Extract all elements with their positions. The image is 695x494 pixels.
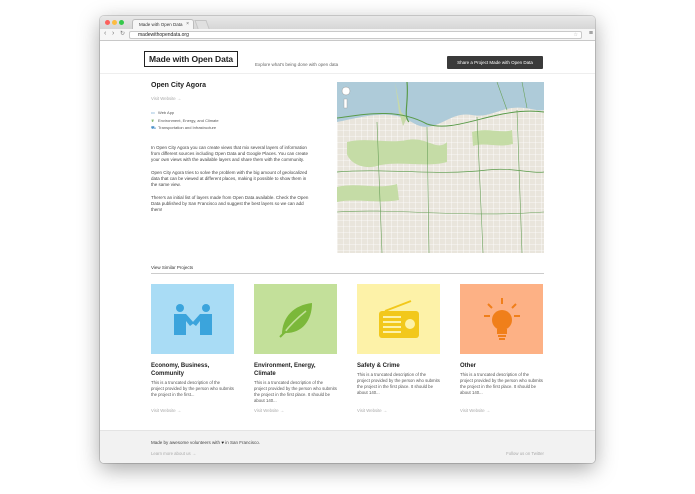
card-description: This is a truncated description of the p… <box>254 380 337 404</box>
site-logo[interactable]: Made with Open Data <box>144 51 239 67</box>
tab-close-icon[interactable]: × <box>186 21 189 27</box>
section-divider <box>151 273 544 274</box>
bookmark-star-icon[interactable]: ☆ <box>574 32 578 39</box>
tag-label: Environment, Energy, and Climate <box>158 117 219 123</box>
site-tagline: Explore what's being done with open data <box>255 62 339 67</box>
handshake-icon <box>151 284 234 354</box>
tab-title: Made with Open Data <box>139 22 183 27</box>
card-description: This is a truncated description of the p… <box>460 372 543 396</box>
card-title: Economy, Business, Community <box>151 363 210 377</box>
project-card[interactable]: Environment, Energy, Climate This is a t… <box>254 284 337 413</box>
new-tab-button[interactable] <box>194 20 210 29</box>
project-tags: ▭ Web App ❦ Environment, Energy, and Clima… <box>151 110 311 131</box>
site-header: Made with Open Data Explore what's being… <box>100 41 595 74</box>
tag-transportation: ⛟ Transportation and Infrastructure <box>151 125 311 131</box>
reload-icon[interactable]: ↻ <box>120 30 125 37</box>
tag-label: Web App <box>158 110 175 115</box>
tag-environment: ❦ Environment, Energy, and Climate <box>151 118 311 123</box>
web-icon: ▭ <box>151 110 155 115</box>
share-project-button[interactable]: Share a Project Made with Open Data <box>447 56 543 69</box>
card-visit-link[interactable]: Visit Website → <box>254 408 284 413</box>
project-details: Open City Agora Visit Website → ▭ Web App… <box>151 82 311 219</box>
site-footer: Made by awesome volunteers with ♥ in San… <box>100 430 595 463</box>
tag-web-app: ▭ Web App <box>151 110 311 115</box>
browser-toolbar: ‹ › ↻ madewithopendata.org ☆ ≡ <box>100 29 595 41</box>
card-description: This is a truncated description of the p… <box>357 372 440 396</box>
card-visit-link[interactable]: Visit Website → <box>460 408 490 413</box>
credits-prefix: Made by awesome volunteers with <box>151 440 221 445</box>
card-title: Safety & Crime <box>357 363 400 369</box>
project-map[interactable] <box>337 82 544 253</box>
card-title: Other <box>460 363 477 369</box>
project-card[interactable]: Economy, Business, Community This is a t… <box>151 284 234 413</box>
similar-projects-heading: View Similar Projects <box>151 265 194 270</box>
description-paragraph: There's an initial list of layers made f… <box>151 194 309 212</box>
leaf-icon <box>254 284 337 354</box>
project-card[interactable]: Other This is a truncated description of… <box>460 284 543 413</box>
tag-label: Transportation and Infrastructure <box>158 125 217 130</box>
description-paragraph: In Open City Agora you can create views … <box>151 145 309 163</box>
lightbulb-icon <box>460 284 543 354</box>
transport-icon: ⛟ <box>151 125 157 130</box>
learn-more-link[interactable]: Learn more about us → <box>151 451 196 456</box>
browser-tab[interactable]: Made with Open Data × <box>132 19 194 29</box>
project-card[interactable]: Safety & Crime This is a truncated descr… <box>357 284 440 413</box>
card-title: Environment, Energy, Climate <box>254 363 316 377</box>
browser-menu-icon[interactable]: ≡ <box>589 30 593 37</box>
card-visit-link[interactable]: Visit Website → <box>151 408 181 413</box>
radio-icon <box>357 284 440 354</box>
heart-icon: ♥ <box>221 440 224 445</box>
map-image <box>337 82 544 253</box>
project-description: In Open City Agora you can create views … <box>151 145 309 213</box>
project-visit-link[interactable]: Visit Website → <box>151 96 311 101</box>
forward-icon[interactable]: › <box>112 30 114 37</box>
maximize-window-dot[interactable] <box>119 20 124 25</box>
footer-credits: Made by awesome volunteers with ♥ in San… <box>151 440 260 445</box>
url-text: madewithopendata.org <box>138 32 189 38</box>
credits-suffix: in San Francisco. <box>225 440 261 445</box>
back-icon[interactable]: ‹ <box>104 30 106 37</box>
browser-window: Made with Open Data × ‹ › ↻ madewithopen… <box>100 16 595 463</box>
address-bar[interactable]: madewithopendata.org ☆ <box>129 31 582 39</box>
minimize-window-dot[interactable] <box>112 20 117 25</box>
card-visit-link[interactable]: Visit Website → <box>357 408 387 413</box>
tab-bar: Made with Open Data × <box>100 16 595 29</box>
project-title: Open City Agora <box>151 82 206 89</box>
twitter-link[interactable]: Follow us on Twitter <box>506 451 544 456</box>
card-description: This is a truncated description of the p… <box>151 380 234 398</box>
leaf-icon: ❦ <box>151 117 155 123</box>
description-paragraph: Open City Agora tries to solve the probl… <box>151 169 308 188</box>
close-window-dot[interactable] <box>105 20 110 25</box>
